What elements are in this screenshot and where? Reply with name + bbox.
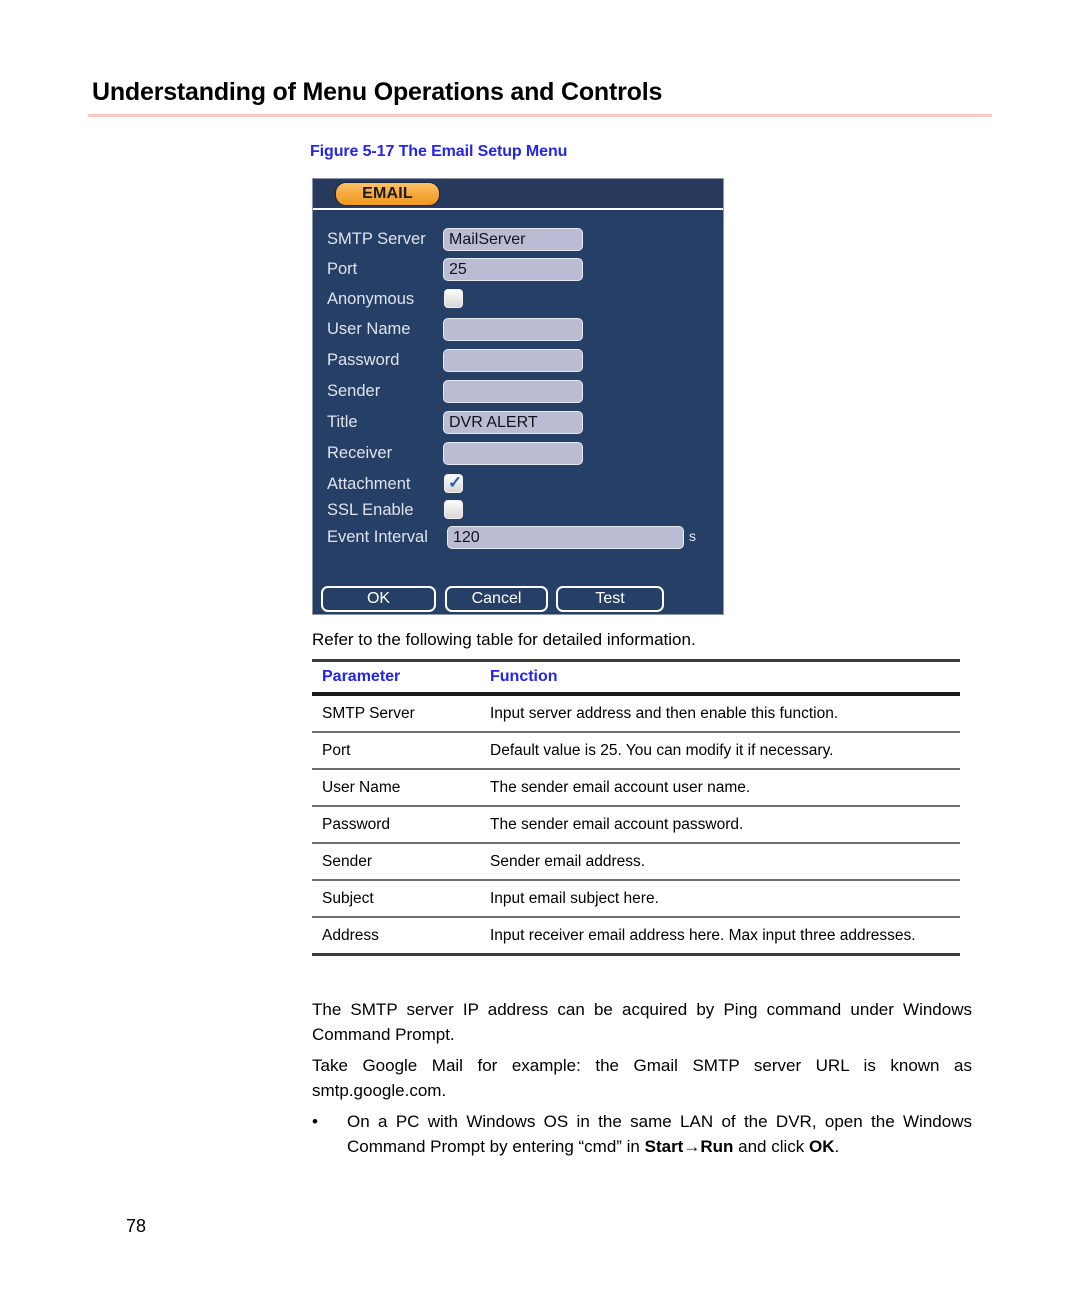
test-button[interactable]: Test bbox=[556, 586, 664, 612]
bullet-text-part-3: . bbox=[834, 1137, 840, 1156]
field-row-user-name: User Name bbox=[313, 318, 723, 348]
input-sender[interactable] bbox=[443, 380, 583, 403]
note-gmail-example: Take Google Mail for example: the Gmail … bbox=[312, 1056, 972, 1100]
email-setup-dialog: EMAIL SMTP Server MailServer Port 25 Ano… bbox=[312, 178, 724, 615]
cell-parameter: Address bbox=[322, 927, 379, 944]
table-body: SMTP Server Input server address and the… bbox=[312, 694, 960, 955]
cell-parameter: Password bbox=[322, 816, 391, 833]
label-smtp-server: SMTP Server bbox=[327, 230, 426, 248]
dialog-button-row: OK Cancel Test bbox=[313, 586, 723, 616]
bullet-text-part-2: and click bbox=[733, 1137, 809, 1156]
field-row-anonymous: Anonymous bbox=[313, 288, 723, 318]
tab-email[interactable]: EMAIL bbox=[335, 182, 440, 206]
input-smtp-server[interactable]: MailServer bbox=[443, 228, 583, 251]
checkbox-ssl-enable[interactable] bbox=[444, 500, 463, 519]
bullet-marker-icon: • bbox=[312, 1112, 318, 1131]
dialog-body: SMTP Server MailServer Port 25 Anonymous… bbox=[313, 210, 723, 616]
cell-function: Input email subject here. bbox=[490, 890, 659, 907]
cell-parameter: SMTP Server bbox=[322, 705, 415, 722]
label-port: Port bbox=[327, 260, 358, 278]
field-row-port: Port 25 bbox=[313, 258, 723, 288]
input-password[interactable] bbox=[443, 349, 583, 372]
page-header: Understanding of Menu Operations and Con… bbox=[92, 78, 992, 107]
bullet-list-item: • On a PC with Windows OS in the same LA… bbox=[312, 1109, 972, 1159]
field-row-receiver: Receiver bbox=[313, 442, 723, 472]
input-title[interactable]: DVR ALERT bbox=[443, 411, 583, 434]
header-divider bbox=[88, 114, 992, 117]
checkmark-icon: ✓ bbox=[448, 473, 463, 492]
cell-function: Default value is 25. You can modify it i… bbox=[490, 742, 834, 759]
table-row: Port Default value is 25. You can modify… bbox=[312, 732, 960, 769]
table-row: Password The sender email account passwo… bbox=[312, 806, 960, 843]
input-port[interactable]: 25 bbox=[443, 258, 583, 281]
label-sender: Sender bbox=[327, 382, 381, 400]
refer-to-table-text: Refer to the following table for detaile… bbox=[312, 630, 696, 649]
label-anonymous: Anonymous bbox=[327, 290, 415, 308]
label-ssl-enable: SSL Enable bbox=[327, 501, 414, 519]
table-row: Subject Input email subject here. bbox=[312, 880, 960, 917]
table-row: User Name The sender email account user … bbox=[312, 769, 960, 806]
cell-function: Input server address and then enable thi… bbox=[490, 705, 839, 722]
dialog-titlebar: EMAIL bbox=[313, 179, 723, 210]
note-smtp-ip: The SMTP server IP address can be acquir… bbox=[312, 1000, 972, 1044]
field-row-event-interval: Event Interval 120 s bbox=[313, 526, 723, 556]
cell-function: Input receiver email address here. Max i… bbox=[490, 927, 916, 944]
unit-seconds-label: s bbox=[689, 528, 696, 544]
ok-button[interactable]: OK bbox=[321, 586, 436, 612]
field-row-title: Title DVR ALERT bbox=[313, 411, 723, 441]
parameter-function-table: Parameter Function SMTP Server Input ser… bbox=[312, 659, 960, 956]
page-title: Understanding of Menu Operations and Con… bbox=[92, 78, 663, 106]
cell-function: The sender email account user name. bbox=[490, 779, 751, 796]
cell-parameter: Sender bbox=[322, 853, 372, 870]
checkbox-attachment[interactable]: ✓ bbox=[444, 473, 463, 493]
field-row-smtp-server: SMTP Server MailServer bbox=[313, 228, 723, 258]
table-row: SMTP Server Input server address and the… bbox=[312, 694, 960, 732]
cell-function: Sender email address. bbox=[490, 853, 646, 870]
bullet-text: On a PC with Windows OS in the same LAN … bbox=[347, 1109, 972, 1159]
table-row: Address Input receiver email address her… bbox=[312, 917, 960, 955]
label-attachment: Attachment bbox=[327, 475, 411, 493]
label-title: Title bbox=[327, 413, 358, 431]
table-header-parameter: Parameter bbox=[322, 668, 401, 685]
cancel-button[interactable]: Cancel bbox=[445, 586, 548, 612]
label-password: Password bbox=[327, 351, 400, 369]
bullet-bold-ok: OK bbox=[808, 1137, 835, 1156]
table-head: Parameter Function bbox=[312, 660, 960, 695]
input-event-interval[interactable]: 120 bbox=[447, 526, 684, 549]
label-event-interval: Event Interval bbox=[327, 528, 428, 546]
cell-parameter: Port bbox=[322, 742, 351, 759]
field-row-password: Password bbox=[313, 349, 723, 379]
input-receiver[interactable] bbox=[443, 442, 583, 465]
table-header-function: Function bbox=[490, 668, 558, 685]
bullet-bold-start-run: Start→Run bbox=[644, 1137, 734, 1156]
cell-parameter: User Name bbox=[322, 779, 401, 796]
figure-caption: Figure 5-17 The Email Setup Menu bbox=[310, 143, 568, 160]
checkbox-anonymous[interactable] bbox=[444, 289, 463, 308]
cell-function: The sender email account password. bbox=[490, 816, 744, 833]
table-row: Sender Sender email address. bbox=[312, 843, 960, 880]
label-receiver: Receiver bbox=[327, 444, 393, 462]
label-user-name: User Name bbox=[327, 320, 411, 338]
cell-parameter: Subject bbox=[322, 890, 374, 907]
field-row-ssl-enable: SSL Enable bbox=[313, 499, 723, 529]
table-header-row: Parameter Function bbox=[312, 660, 960, 695]
input-user-name[interactable] bbox=[443, 318, 583, 341]
field-row-sender: Sender bbox=[313, 380, 723, 410]
page-number: 78 bbox=[126, 1216, 147, 1236]
